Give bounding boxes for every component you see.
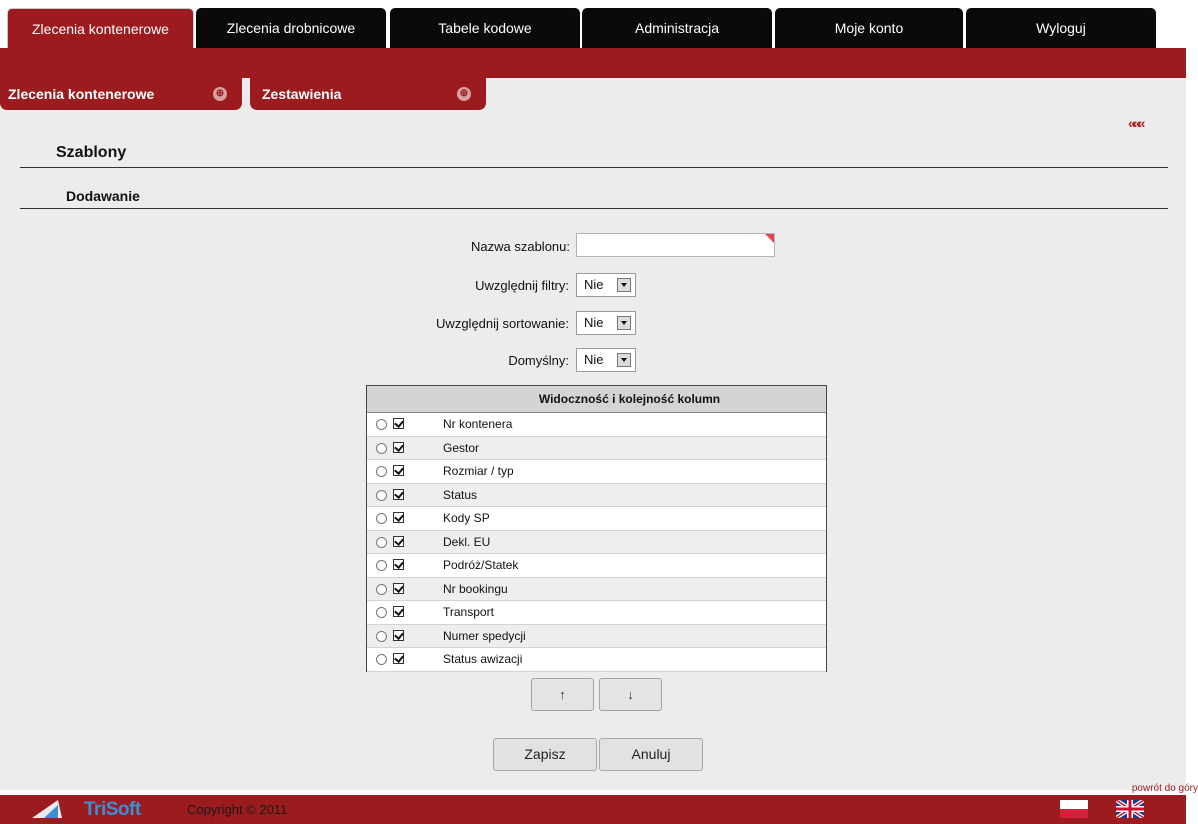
table-row: Status <box>367 483 826 507</box>
select-radio[interactable] <box>376 583 387 595</box>
chevron-down-icon[interactable] <box>617 278 631 292</box>
table-row: Rozmiar / typ <box>367 460 826 484</box>
table-row: Nr bookingu <box>367 577 826 601</box>
polish-flag-icon[interactable] <box>1060 800 1088 818</box>
cancel-button[interactable]: Anuluj <box>599 738 703 771</box>
column-name: Status <box>443 487 478 502</box>
move-down-button[interactable]: ↓ <box>599 678 662 711</box>
back-to-top-link[interactable]: powrót do góry <box>1132 783 1198 794</box>
template-name-label: Nazwa szablonu: <box>471 239 570 254</box>
column-name: Rozmiar / typ <box>443 464 514 478</box>
select-radio[interactable] <box>376 560 387 571</box>
top-navigation: Zlecenia kontenerowe Zlecenia drobnicowe… <box>0 0 1198 48</box>
default-select[interactable]: Nie <box>576 348 636 372</box>
table-row: Numer spedycji <box>367 624 826 648</box>
subtab-zestawienia[interactable]: Zestawienia ⊕ <box>250 78 486 110</box>
collapse-arrows-icon[interactable]: ««« <box>1128 115 1145 131</box>
logo-text: TriSoft <box>84 799 141 820</box>
select-radio[interactable] <box>376 489 387 501</box>
tab-zlecenia-drobnicowe[interactable]: Zlecenia drobnicowe <box>196 8 386 48</box>
tab-tabele-kodowe[interactable]: Tabele kodowe <box>390 8 580 48</box>
column-name: Numer spedycji <box>443 628 526 643</box>
table-row: Dekl. EU <box>367 530 826 554</box>
table-row: Podróż/Statek <box>367 554 826 578</box>
columns-table-header: Widoczność i kolejność kolumn <box>367 386 826 413</box>
visible-checkbox[interactable] <box>393 606 404 617</box>
sorting-select[interactable]: Nie <box>576 311 636 335</box>
default-value: Nie <box>584 352 604 367</box>
column-name: Kody SP <box>443 511 490 525</box>
sorting-label: Uwzględnij sortowanie: <box>436 316 569 331</box>
select-radio[interactable] <box>376 654 387 665</box>
column-name: Nr kontenera <box>443 417 513 431</box>
visible-checkbox[interactable] <box>393 441 404 453</box>
tab-administracja[interactable]: Administracja <box>582 8 772 48</box>
select-radio[interactable] <box>376 607 387 618</box>
column-name: Nr bookingu <box>443 581 508 596</box>
table-row: Gestor <box>367 436 826 460</box>
table-row: Nr kontenera <box>367 413 826 437</box>
column-name: Status awizacji <box>443 652 523 666</box>
divider <box>20 167 1168 168</box>
visible-checkbox[interactable] <box>393 535 404 547</box>
filters-select[interactable]: Nie <box>576 273 636 297</box>
table-row: Kody SP <box>367 507 826 531</box>
select-radio[interactable] <box>376 419 387 430</box>
column-name: Podróż/Statek <box>443 558 519 572</box>
uk-flag-icon[interactable] <box>1116 800 1144 818</box>
move-up-button[interactable]: ↑ <box>531 678 594 711</box>
columns-table-body: Nr kontenera Gestor Rozmiar / typ Status… <box>367 413 826 672</box>
save-button[interactable]: Zapisz <box>493 738 597 771</box>
select-radio[interactable] <box>376 630 387 642</box>
select-radio[interactable] <box>376 466 387 477</box>
column-name: Gestor <box>443 440 480 455</box>
visible-checkbox[interactable] <box>393 582 404 594</box>
default-label: Domyślny: <box>508 353 569 368</box>
filters-value: Nie <box>584 277 604 292</box>
logo-triangle-icon <box>44 805 58 818</box>
columns-table: Widoczność i kolejność kolumn Nr kontene… <box>366 385 827 672</box>
visible-checkbox[interactable] <box>393 653 404 664</box>
select-radio[interactable] <box>376 442 387 454</box>
filters-label: Uwzględnij filtry: <box>475 278 569 293</box>
chevron-down-icon[interactable] <box>617 353 631 367</box>
visible-checkbox[interactable] <box>393 512 404 523</box>
page-title: Szablony <box>56 144 127 161</box>
divider <box>20 208 1168 209</box>
column-name: Dekl. EU <box>443 534 491 549</box>
table-row: Transport <box>367 601 826 625</box>
visible-checkbox[interactable] <box>393 559 404 570</box>
copyright-text: Copyright © 2011 <box>187 802 288 817</box>
visible-checkbox[interactable] <box>393 465 404 476</box>
visible-checkbox[interactable] <box>393 488 404 500</box>
section-title: Dodawanie <box>66 188 140 204</box>
dropdown-icon[interactable]: ⊕ <box>213 87 227 101</box>
table-row: Status awizacji <box>367 648 826 672</box>
subtab-zlecenia-kontenerowe[interactable]: Zlecenia kontenerowe ⊕ <box>0 78 242 110</box>
chevron-down-icon[interactable] <box>617 316 631 330</box>
trisoft-logo: TriSoft <box>32 797 172 823</box>
visible-checkbox[interactable] <box>393 418 404 429</box>
required-marker-icon <box>765 234 774 243</box>
subtab-label: Zlecenia kontenerowe <box>8 86 155 102</box>
tab-moje-konto[interactable]: Moje konto <box>775 8 963 48</box>
select-radio[interactable] <box>376 536 387 548</box>
subnav-band <box>0 48 1186 78</box>
subtab-label: Zestawienia <box>262 86 342 102</box>
visible-checkbox[interactable] <box>393 629 404 641</box>
sorting-value: Nie <box>584 315 604 330</box>
tab-wyloguj[interactable]: Wyloguj <box>966 8 1156 48</box>
select-radio[interactable] <box>376 513 387 524</box>
template-name-input[interactable] <box>576 233 775 257</box>
column-name: Transport <box>443 605 494 619</box>
footer: TriSoft Copyright © 2011 <box>0 795 1186 824</box>
tab-zlecenia-kontenerowe[interactable]: Zlecenia kontenerowe <box>7 8 194 48</box>
dropdown-icon[interactable]: ⊕ <box>457 87 471 101</box>
